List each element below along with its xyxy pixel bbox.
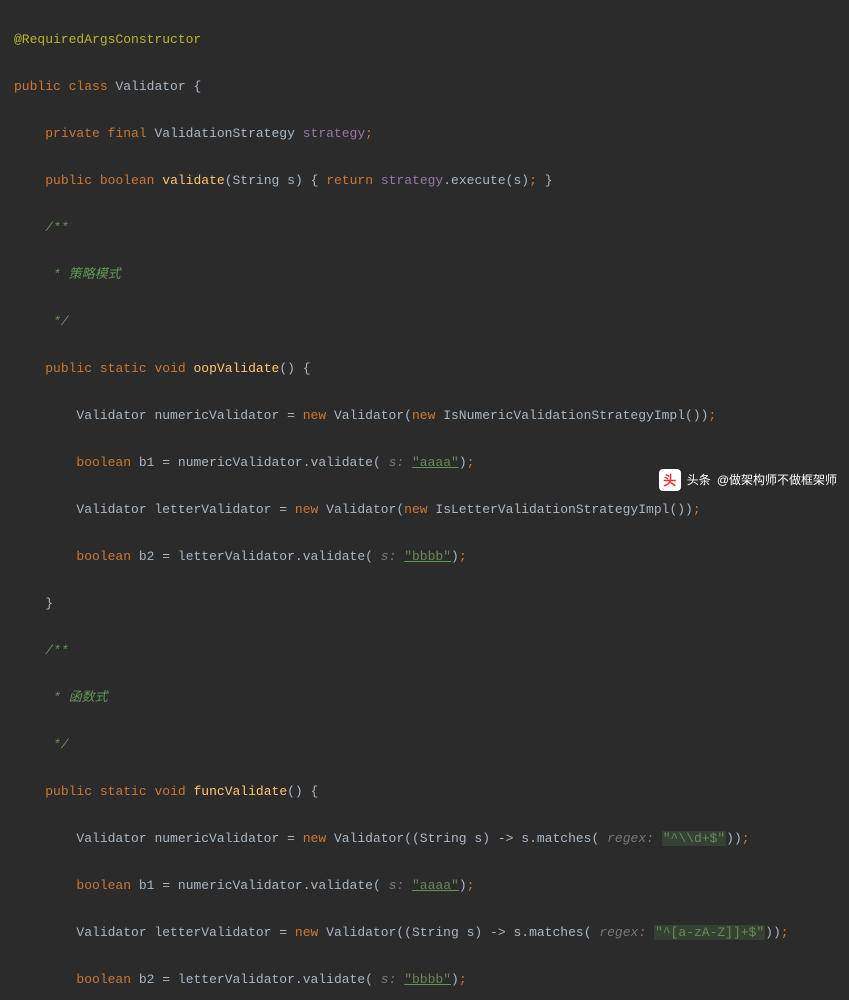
doc-functional: 函数式	[61, 690, 108, 705]
regex-letter: "^[a-zA-Z]]+$"	[654, 925, 765, 940]
method-oop-validate: oopValidate	[194, 361, 280, 376]
field-strategy: strategy	[303, 126, 365, 141]
code-editor[interactable]: @RequiredArgsConstructor public class Va…	[0, 0, 849, 1000]
method-func-validate: funcValidate	[194, 784, 288, 799]
type-letter-impl: IsLetterValidationStrategyImpl	[435, 502, 669, 517]
class-name: Validator	[115, 79, 185, 94]
param-hint: s:	[389, 455, 405, 470]
param-hint-regex: regex:	[607, 831, 654, 846]
watermark-icon: 头	[659, 469, 681, 491]
annotation: @RequiredArgsConstructor	[14, 32, 201, 47]
method-validate: validate	[162, 173, 224, 188]
watermark: 头 头条 @做架构师不做框架师	[659, 469, 837, 493]
watermark-prefix: 头条	[687, 469, 711, 493]
regex-digit: "^\\d+$"	[662, 831, 726, 846]
type-numeric-impl: IsNumericValidationStrategyImpl	[443, 408, 685, 423]
doc-strategy-pattern: 策略模式	[61, 267, 121, 282]
doc-comment-open: /**	[45, 220, 68, 235]
keyword-public: public	[14, 79, 61, 94]
watermark-text: @做架构师不做框架师	[717, 469, 837, 493]
keyword-class: class	[69, 79, 108, 94]
